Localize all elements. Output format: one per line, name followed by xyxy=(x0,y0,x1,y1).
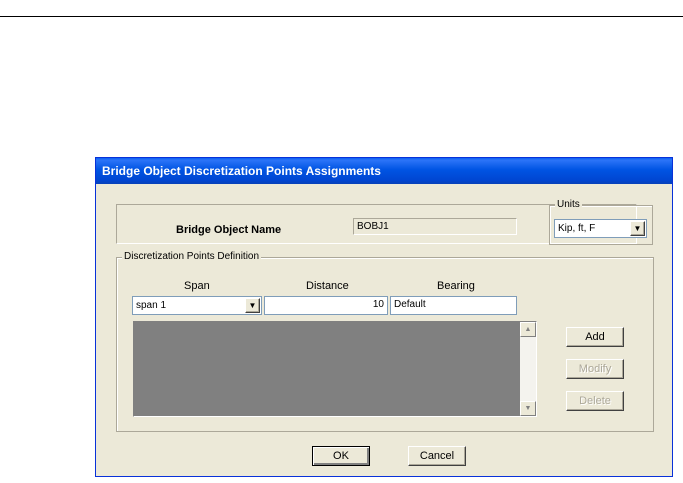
points-list[interactable]: ▲ ▼ xyxy=(133,321,537,417)
span-dropdown[interactable]: span 1 ▼ xyxy=(132,296,262,315)
discretization-group-label: Discretization Points Definition xyxy=(122,251,262,262)
distance-input[interactable]: 10 xyxy=(264,296,388,315)
bearing-input[interactable]: Default xyxy=(390,296,517,315)
cancel-button[interactable]: Cancel xyxy=(408,446,466,466)
bridge-object-name-field: BOBJ1 xyxy=(353,218,517,235)
chevron-down-icon[interactable]: ▼ xyxy=(245,298,260,313)
units-group-label: Units xyxy=(555,199,582,210)
ok-button[interactable]: OK xyxy=(312,446,370,466)
bearing-column-header: Bearing xyxy=(437,280,475,292)
discretization-dialog: Bridge Object Discretization Points Assi… xyxy=(95,157,673,477)
span-column-header: Span xyxy=(184,280,210,292)
delete-button[interactable]: Delete xyxy=(566,391,624,411)
scroll-down-icon[interactable]: ▼ xyxy=(520,401,536,416)
units-dropdown[interactable]: Kip, ft, F ▼ xyxy=(554,219,647,238)
dialog-title: Bridge Object Discretization Points Assi… xyxy=(96,158,672,184)
points-list-scrollbar[interactable]: ▲ ▼ xyxy=(520,322,536,416)
distance-column-header: Distance xyxy=(306,280,349,292)
units-group: Units Kip, ft, F ▼ xyxy=(549,199,653,245)
span-selected-value: span 1 xyxy=(136,300,167,311)
bridge-object-name-label: Bridge Object Name xyxy=(176,224,282,236)
chevron-down-icon[interactable]: ▼ xyxy=(630,221,645,236)
units-selected-value: Kip, ft, F xyxy=(558,223,596,234)
modify-button[interactable]: Modify xyxy=(566,359,624,379)
scroll-up-icon[interactable]: ▲ xyxy=(520,322,536,337)
top-divider-line xyxy=(0,16,683,17)
add-button[interactable]: Add xyxy=(566,327,624,347)
